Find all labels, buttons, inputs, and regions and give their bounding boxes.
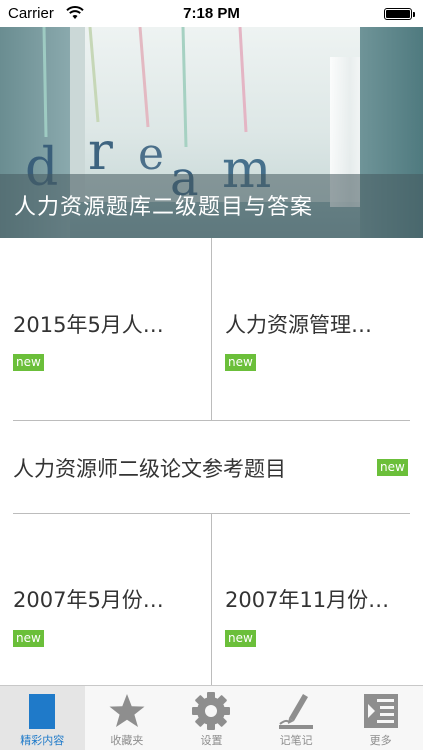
divider — [211, 238, 212, 420]
pen-icon — [279, 694, 314, 729]
article-card[interactable]: 2007年5月份… new — [0, 514, 211, 685]
article-card[interactable]: 2015年5月人… new — [0, 238, 211, 420]
tab-featured[interactable]: 精彩内容 — [0, 686, 85, 750]
gear-icon — [192, 692, 231, 730]
tab-label: 收藏夹 — [110, 734, 144, 747]
status-time: 7:18 PM — [183, 5, 240, 22]
status-bar: Carrier 7:18 PM — [0, 0, 423, 27]
tab-favorites[interactable]: 收藏夹 — [85, 686, 170, 750]
new-badge: new — [13, 630, 44, 647]
letter-r: r — [88, 122, 113, 182]
battery-icon — [384, 8, 415, 20]
tab-bar: 精彩内容 收藏夹 设置 记笔记 更多 — [0, 685, 423, 750]
article-card[interactable]: 人力资源师二级论文参考题目 new — [0, 421, 423, 513]
tab-label: 更多 — [369, 734, 392, 747]
star-icon — [109, 694, 145, 727]
article-title: 人力资源管理… — [225, 313, 372, 337]
article-card[interactable]: 2007年11月份… new — [212, 514, 423, 685]
new-badge: new — [377, 459, 408, 476]
new-badge: new — [225, 630, 256, 647]
divider — [211, 514, 212, 685]
article-title: 2015年5月人… — [13, 313, 164, 337]
new-badge: new — [13, 354, 44, 371]
hero-caption: 人力资源题库二级题目与答案 — [14, 195, 314, 220]
new-badge: new — [225, 354, 256, 371]
tab-settings[interactable]: 设置 — [169, 686, 254, 750]
article-title: 人力资源师二级论文参考题目 — [13, 457, 286, 481]
article-title: 2007年11月份… — [225, 588, 390, 612]
tab-label: 设置 — [200, 734, 223, 747]
document-icon — [29, 694, 56, 729]
article-card[interactable]: 人力资源管理… new — [212, 238, 423, 420]
tab-more[interactable]: 更多 — [338, 686, 423, 750]
article-grid: 2015年5月人… new 人力资源管理… new 人力资源师二级论文参考题目 … — [0, 238, 423, 685]
tab-notes[interactable]: 记笔记 — [254, 686, 339, 750]
tab-label: 精彩内容 — [20, 734, 65, 747]
hero-banner[interactable]: d r e a m 人力资源题库二级题目与答案 — [0, 27, 423, 238]
letter-e: e — [138, 129, 164, 180]
tab-label: 记笔记 — [279, 734, 313, 747]
article-title: 2007年5月份… — [13, 588, 164, 612]
list-icon — [363, 694, 398, 728]
